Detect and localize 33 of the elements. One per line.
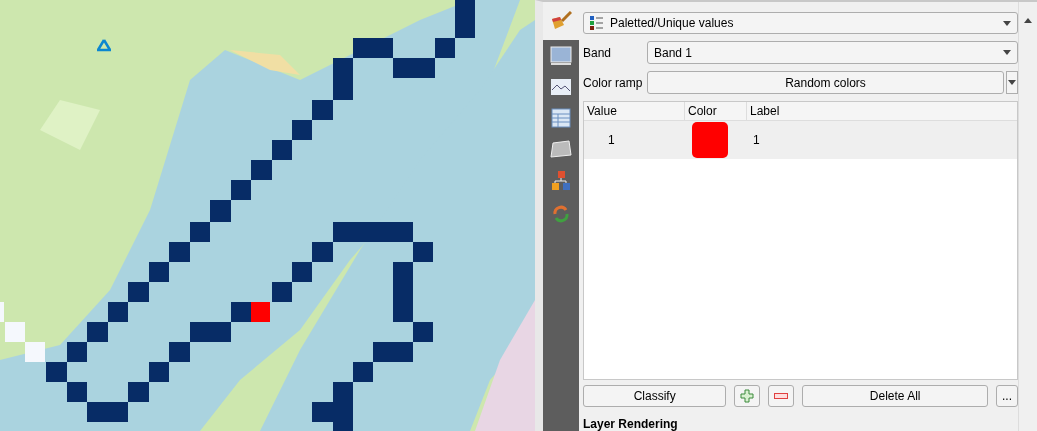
map-drawing[interactable]	[0, 0, 535, 431]
delete-all-button[interactable]: Delete All	[802, 385, 988, 407]
more-button[interactable]: ...	[996, 385, 1018, 407]
dropdown-caret-icon	[1003, 20, 1011, 26]
hierarchy-icon[interactable]	[551, 170, 571, 192]
label-cell-text: 1	[752, 133, 761, 148]
column-header[interactable]: Value	[584, 102, 685, 121]
remove-button[interactable]	[768, 385, 795, 407]
band-dropdown[interactable]: Band 1	[647, 41, 1018, 65]
band-label: Band	[583, 45, 613, 60]
plus-icon	[740, 389, 755, 403]
column-header[interactable]: Color	[685, 102, 747, 121]
minus-icon	[774, 393, 789, 399]
section-heading: Layer Rendering	[583, 417, 679, 431]
line-chart-icon[interactable]	[550, 78, 572, 96]
color-ramp-dropdown[interactable]	[1006, 71, 1018, 95]
scroll-up-icon[interactable]	[1024, 18, 1032, 23]
renderer-dropdown[interactable]: Paletted/Unique values	[583, 12, 1018, 35]
dropdown-caret-icon	[1008, 80, 1016, 86]
paintbrush-icon[interactable]	[550, 11, 572, 31]
refresh-arrows-icon[interactable]	[551, 204, 571, 224]
dropdown-caret-icon	[1003, 50, 1011, 56]
color-ramp-label: Color ramp	[583, 75, 641, 90]
classify-button[interactable]: Classify	[583, 385, 727, 407]
map-sheet-icon[interactable]	[550, 140, 572, 158]
map-layer-icon[interactable]	[550, 46, 572, 66]
palette-list-icon	[590, 15, 604, 32]
value-cell-text: 1	[607, 133, 616, 148]
column-header[interactable]: Label	[747, 102, 1017, 121]
add-button[interactable]	[734, 385, 761, 407]
color-swatch[interactable]	[692, 122, 728, 159]
color-ramp-button[interactable]: Random colors	[647, 71, 1004, 95]
table-icon[interactable]	[551, 108, 571, 128]
